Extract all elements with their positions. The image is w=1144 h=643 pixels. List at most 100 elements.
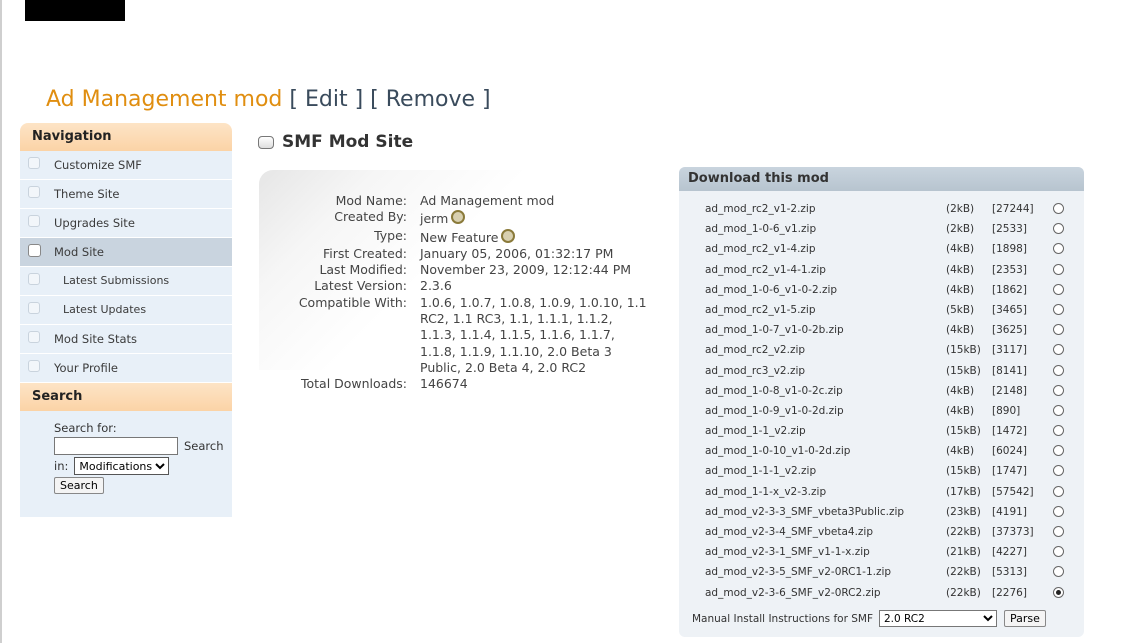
- download-row: ad_mod_1-0-10_v1-0-2d.zip (4kB) [6024]: [705, 445, 1075, 465]
- download-radio[interactable]: [1053, 384, 1064, 396]
- download-filename-link[interactable]: ad_mod_1-0-7_v1-0-2b.zip: [705, 324, 844, 336]
- download-filename-link[interactable]: ad_mod_rc2_v1-4.zip: [705, 243, 816, 255]
- download-filename-link[interactable]: ad_mod_v2-3-1_SMF_v1-1-x.zip: [705, 546, 870, 558]
- info-value: New Feature: [420, 229, 499, 245]
- download-filename-link[interactable]: ad_mod_1-0-9_v1-0-2d.zip: [705, 405, 844, 417]
- download-row: ad_mod_1-0-7_v1-0-2b.zip (4kB) [3625]: [705, 324, 1075, 344]
- download-radio[interactable]: [1053, 546, 1064, 558]
- download-radio[interactable]: [1053, 566, 1064, 578]
- sidebar-item[interactable]: Theme Site: [20, 180, 232, 209]
- sidebar-item[interactable]: Mod Site Stats: [20, 325, 232, 354]
- bullet-icon: [28, 157, 40, 169]
- info-row: Latest Version: 2.3.6: [285, 278, 652, 294]
- sidebar-item-label: Latest Submissions: [63, 274, 170, 287]
- download-radio[interactable]: [1053, 324, 1064, 336]
- download-radio[interactable]: [1053, 526, 1064, 537]
- info-value-cell: November 23, 2009, 12:12:44 PM: [420, 262, 652, 278]
- download-filename-link[interactable]: ad_mod_rc2_v1-4-1.zip: [705, 264, 826, 276]
- download-filename-link[interactable]: ad_mod_1-0-6_v1.zip: [705, 223, 816, 235]
- download-radio[interactable]: [1053, 283, 1064, 295]
- download-size: (15kB): [946, 465, 981, 478]
- download-row: ad_mod_v2-3-6_SMF_v2-0RC2.zip (22kB) [2276…: [705, 586, 1075, 607]
- download-count: [1747]: [992, 465, 1027, 478]
- edit-link[interactable]: [ Edit ]: [289, 87, 363, 112]
- mod-site-title: SMF Mod Site: [282, 132, 414, 152]
- download-filename-link[interactable]: ad_mod_rc3_v2.zip: [705, 365, 805, 377]
- download-radio[interactable]: [1053, 445, 1064, 457]
- download-filename-link[interactable]: ad_mod_1-1_v2.zip: [705, 425, 806, 437]
- download-size: (22kB): [946, 526, 981, 538]
- download-size: (22kB): [946, 566, 981, 579]
- info-value: jerm: [420, 211, 449, 227]
- download-row: ad_mod_rc2_v2.zip (15kB) [3117]: [705, 344, 1075, 364]
- download-radio[interactable]: [1053, 203, 1064, 214]
- download-filename-link[interactable]: ad_mod_rc2_v1-5.zip: [705, 304, 816, 316]
- download-filename-link[interactable]: ad_mod_1-0-6_v1-0-2.zip: [705, 284, 837, 296]
- download-filename-link[interactable]: ad_mod_1-0-10_v1-0-2d.zip: [705, 445, 850, 457]
- download-filename-link[interactable]: ad_mod_1-1-x_v2-3.zip: [705, 486, 826, 498]
- search-button[interactable]: Search: [54, 477, 104, 494]
- download-radio[interactable]: [1053, 586, 1064, 598]
- magnifier-icon[interactable]: [451, 210, 466, 225]
- download-radio[interactable]: [1053, 485, 1064, 497]
- search-panel: Search for: Search in: Modifications Sea…: [20, 411, 232, 517]
- search-header: Search: [20, 383, 232, 411]
- download-row: ad_mod_1-0-9_v1-0-2d.zip (4kB) [890]: [705, 404, 1075, 425]
- download-count: [27244]: [992, 203, 1034, 215]
- sidebar-item[interactable]: Your Profile: [20, 354, 232, 383]
- download-radio[interactable]: [1053, 364, 1064, 376]
- download-radio[interactable]: [1053, 243, 1064, 255]
- download-filename-link[interactable]: ad_mod_v2-3-6_SMF_v2-0RC2.zip: [705, 587, 881, 599]
- info-key: Compatible With:: [298, 294, 407, 310]
- download-count: [3117]: [992, 344, 1027, 357]
- search-scope-select[interactable]: Modifications: [74, 457, 170, 475]
- magnifier-icon[interactable]: [501, 228, 516, 243]
- download-filename-link[interactable]: ad_mod_v2-3-5_SMF_v2-0RC1-1.zip: [705, 566, 891, 578]
- download-size: (4kB): [946, 263, 975, 276]
- sidebar-item[interactable]: Latest Updates: [20, 296, 232, 325]
- download-radio[interactable]: [1053, 425, 1064, 437]
- collapse-toggle-icon[interactable]: [258, 135, 274, 149]
- sidebar-item[interactable]: Upgrades Site: [20, 209, 232, 238]
- smf-version-select[interactable]: 2.0 RC2: [878, 610, 997, 627]
- download-radio[interactable]: [1053, 344, 1064, 356]
- download-row: ad_mod_v2-3-3_SMF_vbeta3Public.zip (23kB)…: [705, 505, 1075, 526]
- sidebar-item-label: Your Profile: [54, 361, 118, 375]
- info-key: Last Modified:: [319, 262, 407, 278]
- download-radio[interactable]: [1053, 223, 1064, 235]
- download-row: ad_mod_rc2_v1-4.zip (4kB) [1898]: [705, 243, 1075, 263]
- site-logo[interactable]: [25, 0, 125, 21]
- download-radio[interactable]: [1053, 263, 1064, 275]
- parse-button[interactable]: Parse: [1003, 610, 1046, 627]
- search-link[interactable]: Search: [184, 439, 224, 453]
- download-radio[interactable]: [1053, 404, 1064, 416]
- download-row: ad_mod_1-0-6_v1-0-2.zip (4kB) [1862]: [705, 283, 1075, 304]
- download-filename-link[interactable]: ad_mod_rc2_v2.zip: [705, 344, 805, 356]
- sidebar-item-label: Latest Updates: [63, 303, 147, 316]
- download-filename-link[interactable]: ad_mod_1-1-1_v2.zip: [705, 465, 816, 477]
- sidebar-item[interactable]: Customize SMF: [20, 151, 232, 180]
- download-radio[interactable]: [1053, 303, 1064, 315]
- download-size: (23kB): [946, 505, 981, 518]
- download-filename-link[interactable]: ad_mod_1-0-8_v1-0-2c.zip: [705, 385, 843, 397]
- sidebar-item[interactable]: Mod Site: [20, 238, 232, 267]
- download-size: (2kB): [946, 203, 975, 215]
- download-size: (21kB): [946, 546, 981, 559]
- download-filename-link[interactable]: ad_mod_rc2_v1-2.zip: [705, 203, 816, 215]
- download-filename-link[interactable]: ad_mod_v2-3-4_SMF_vbeta4.zip: [705, 526, 873, 538]
- search-input[interactable]: [54, 437, 178, 455]
- bullet-icon: [28, 215, 40, 227]
- info-value: Ad Management mod: [420, 193, 555, 208]
- download-radio[interactable]: [1053, 505, 1064, 517]
- download-filename-link[interactable]: ad_mod_v2-3-3_SMF_vbeta3Public.zip: [705, 506, 904, 518]
- download-radio[interactable]: [1053, 465, 1064, 477]
- download-count: [2276]: [992, 586, 1027, 599]
- sidebar-item[interactable]: Latest Submissions: [20, 267, 232, 296]
- sidebar-item-label: Customize SMF: [54, 158, 142, 172]
- download-row: ad_mod_1-1_v2.zip (15kB) [1472]: [705, 425, 1075, 445]
- download-row: ad_mod_1-0-8_v1-0-2c.zip (4kB) [2148]: [705, 384, 1075, 405]
- info-value: January 05, 2006, 01:32:17 PM: [420, 245, 614, 261]
- remove-link[interactable]: [ Remove ]: [370, 87, 490, 112]
- download-row: ad_mod_v2-3-1_SMF_v1-1-x.zip (21kB) [4227]: [705, 546, 1075, 566]
- info-key: Total Downloads:: [300, 376, 407, 392]
